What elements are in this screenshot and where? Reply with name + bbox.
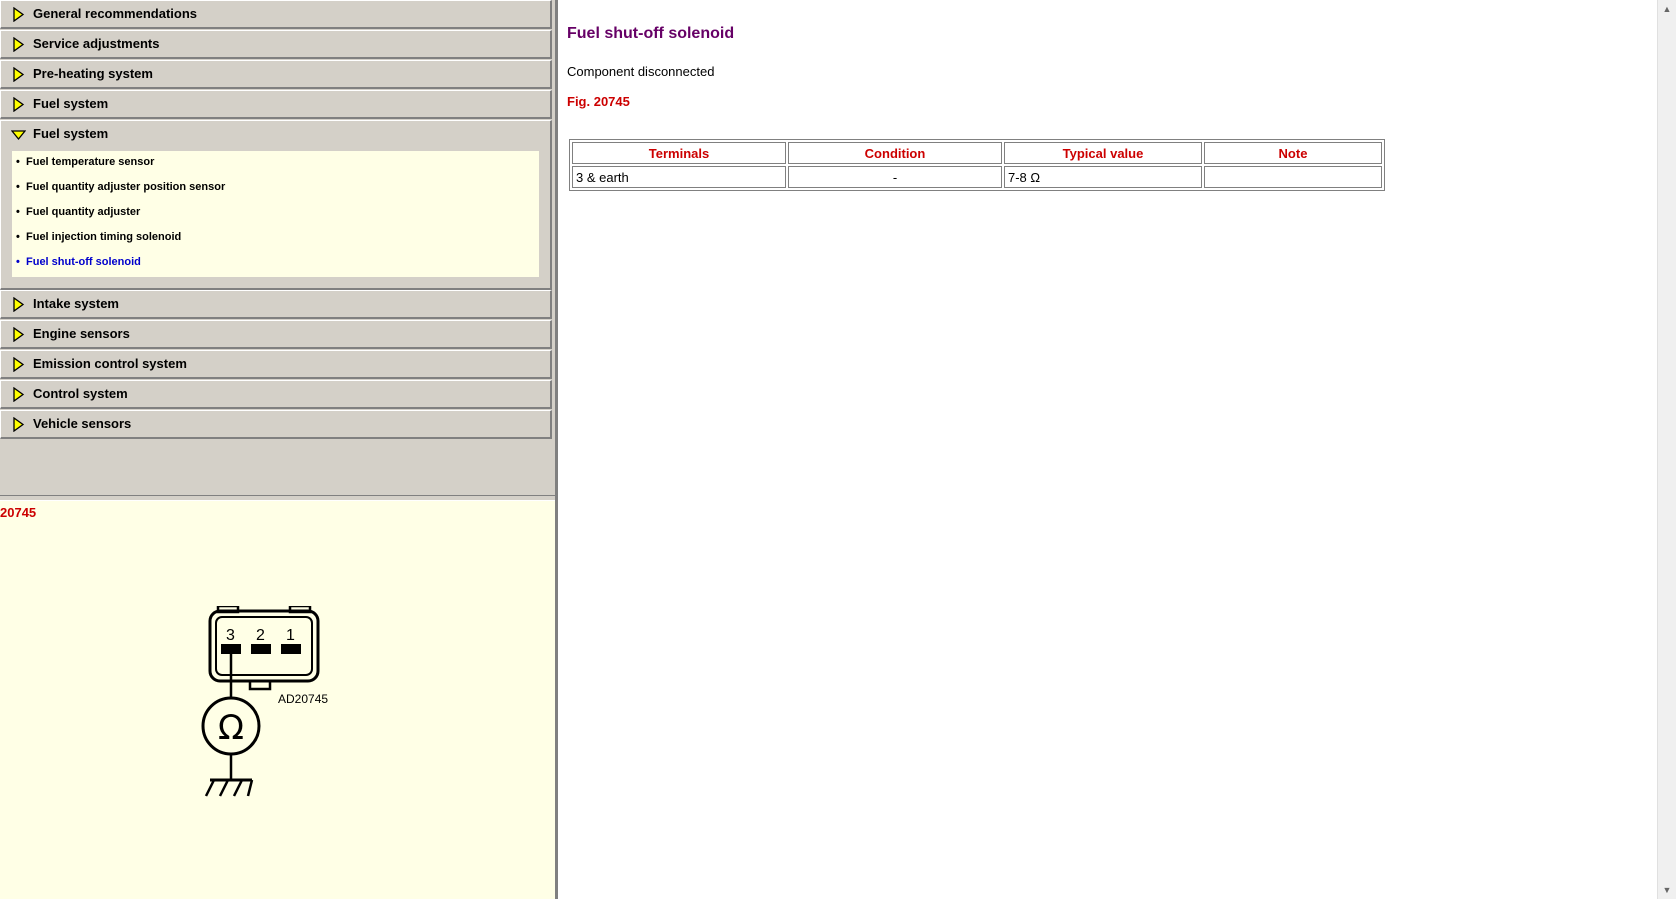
- bullet-icon: •: [16, 256, 20, 268]
- measurement-table: Terminals Condition Typical value Note 3…: [569, 139, 1385, 191]
- nav-item-service-adjustments[interactable]: Service adjustments: [0, 30, 552, 59]
- figure-reference-link[interactable]: Fig. 20745: [567, 94, 630, 109]
- nav-item-label: Fuel system: [33, 96, 109, 111]
- nav-item-label: General recommendations: [33, 6, 197, 21]
- nav-item-emission-control-system[interactable]: Emission control system: [0, 350, 552, 379]
- bullet-icon: •: [16, 231, 20, 243]
- diagram-code: AD20745: [278, 692, 328, 706]
- arrow-right-icon: [13, 97, 25, 112]
- connector-diagram: 3 2 1 Ω AD20745: [201, 606, 328, 797]
- nav-item-fuel-system[interactable]: Fuel system: [0, 90, 552, 119]
- nav-item-intake-system[interactable]: Intake system: [0, 290, 552, 319]
- figure-number: 20745: [0, 505, 37, 520]
- cell-note: [1204, 166, 1382, 188]
- vertical-scrollbar[interactable]: ▲ ▼: [1657, 0, 1676, 899]
- column-header-note: Note: [1204, 142, 1382, 164]
- column-header-typical-value: Typical value: [1004, 142, 1202, 164]
- arrow-right-icon: [13, 7, 25, 22]
- nav-item-label: Service adjustments: [33, 36, 160, 51]
- pin-label-2: 2: [256, 627, 265, 644]
- submenu-item-fuel-quantity-adjuster[interactable]: • Fuel quantity adjuster: [16, 206, 140, 228]
- navigation-menu: General recommendations Service adjustme…: [0, 0, 555, 495]
- table-row: 3 & earth - 7-8 Ω: [572, 166, 1382, 188]
- nav-item-general-recommendations[interactable]: General recommendations: [0, 0, 552, 29]
- column-header-condition: Condition: [788, 142, 1002, 164]
- nav-item-control-system[interactable]: Control system: [0, 380, 552, 409]
- figure-pane: 20745 3 2 1 Ω AD20745: [0, 501, 555, 899]
- page-title: Fuel shut-off solenoid: [567, 25, 735, 42]
- bullet-icon: •: [16, 156, 20, 168]
- column-header-terminals: Terminals: [572, 142, 786, 164]
- nav-item-label: Intake system: [33, 296, 119, 311]
- arrow-right-icon: [13, 387, 25, 402]
- left-panel: General recommendations Service adjustme…: [0, 0, 555, 899]
- nav-item-label: Fuel system: [33, 126, 109, 141]
- submenu-item-fuel-shut-off-solenoid[interactable]: • Fuel shut-off solenoid: [16, 256, 141, 278]
- submenu-item-fuel-injection-timing-solenoid[interactable]: • Fuel injection timing solenoid: [16, 231, 181, 253]
- bullet-icon: •: [16, 181, 20, 193]
- arrow-right-icon: [13, 327, 25, 342]
- nav-item-engine-sensors[interactable]: Engine sensors: [0, 320, 552, 349]
- submenu-item-fuel-quantity-adjuster-position-sensor[interactable]: • Fuel quantity adjuster position sensor: [16, 181, 225, 203]
- nav-item-label: Engine sensors: [33, 326, 130, 341]
- nav-item-vehicle-sensors[interactable]: Vehicle sensors: [0, 410, 552, 439]
- pin-label-3: 3: [226, 627, 235, 644]
- scroll-up-icon[interactable]: ▲: [1658, 0, 1676, 18]
- bullet-icon: •: [16, 206, 20, 218]
- ohm-symbol: Ω: [218, 708, 244, 748]
- arrow-right-icon: [13, 37, 25, 52]
- arrow-right-icon: [13, 297, 25, 312]
- pin-label-1: 1: [286, 627, 295, 644]
- nav-item-label: Control system: [33, 386, 128, 401]
- nav-item-label: Emission control system: [33, 356, 187, 371]
- content-pane: Fuel shut-off solenoid Component disconn…: [558, 0, 1658, 899]
- component-status: Component disconnected: [567, 64, 715, 79]
- nav-item-pre-heating-system[interactable]: Pre-heating system: [0, 60, 552, 89]
- submenu-item-fuel-temperature-sensor[interactable]: • Fuel temperature sensor: [16, 156, 154, 178]
- fuel-system-submenu: • Fuel temperature sensor • Fuel quantity …: [12, 151, 539, 277]
- scroll-down-icon[interactable]: ▼: [1658, 881, 1676, 899]
- arrow-right-icon: [13, 357, 25, 372]
- nav-item-label: Pre-heating system: [33, 66, 153, 81]
- cell-condition: -: [788, 166, 1002, 188]
- cell-terminals: 3 & earth: [572, 166, 786, 188]
- arrow-right-icon: [13, 67, 25, 82]
- cell-typical-value: 7-8 Ω: [1004, 166, 1202, 188]
- arrow-right-icon: [13, 417, 25, 432]
- table-header-row: Terminals Condition Typical value Note: [572, 142, 1382, 164]
- arrow-down-icon: [11, 130, 26, 141]
- nav-item-label: Vehicle sensors: [33, 416, 132, 431]
